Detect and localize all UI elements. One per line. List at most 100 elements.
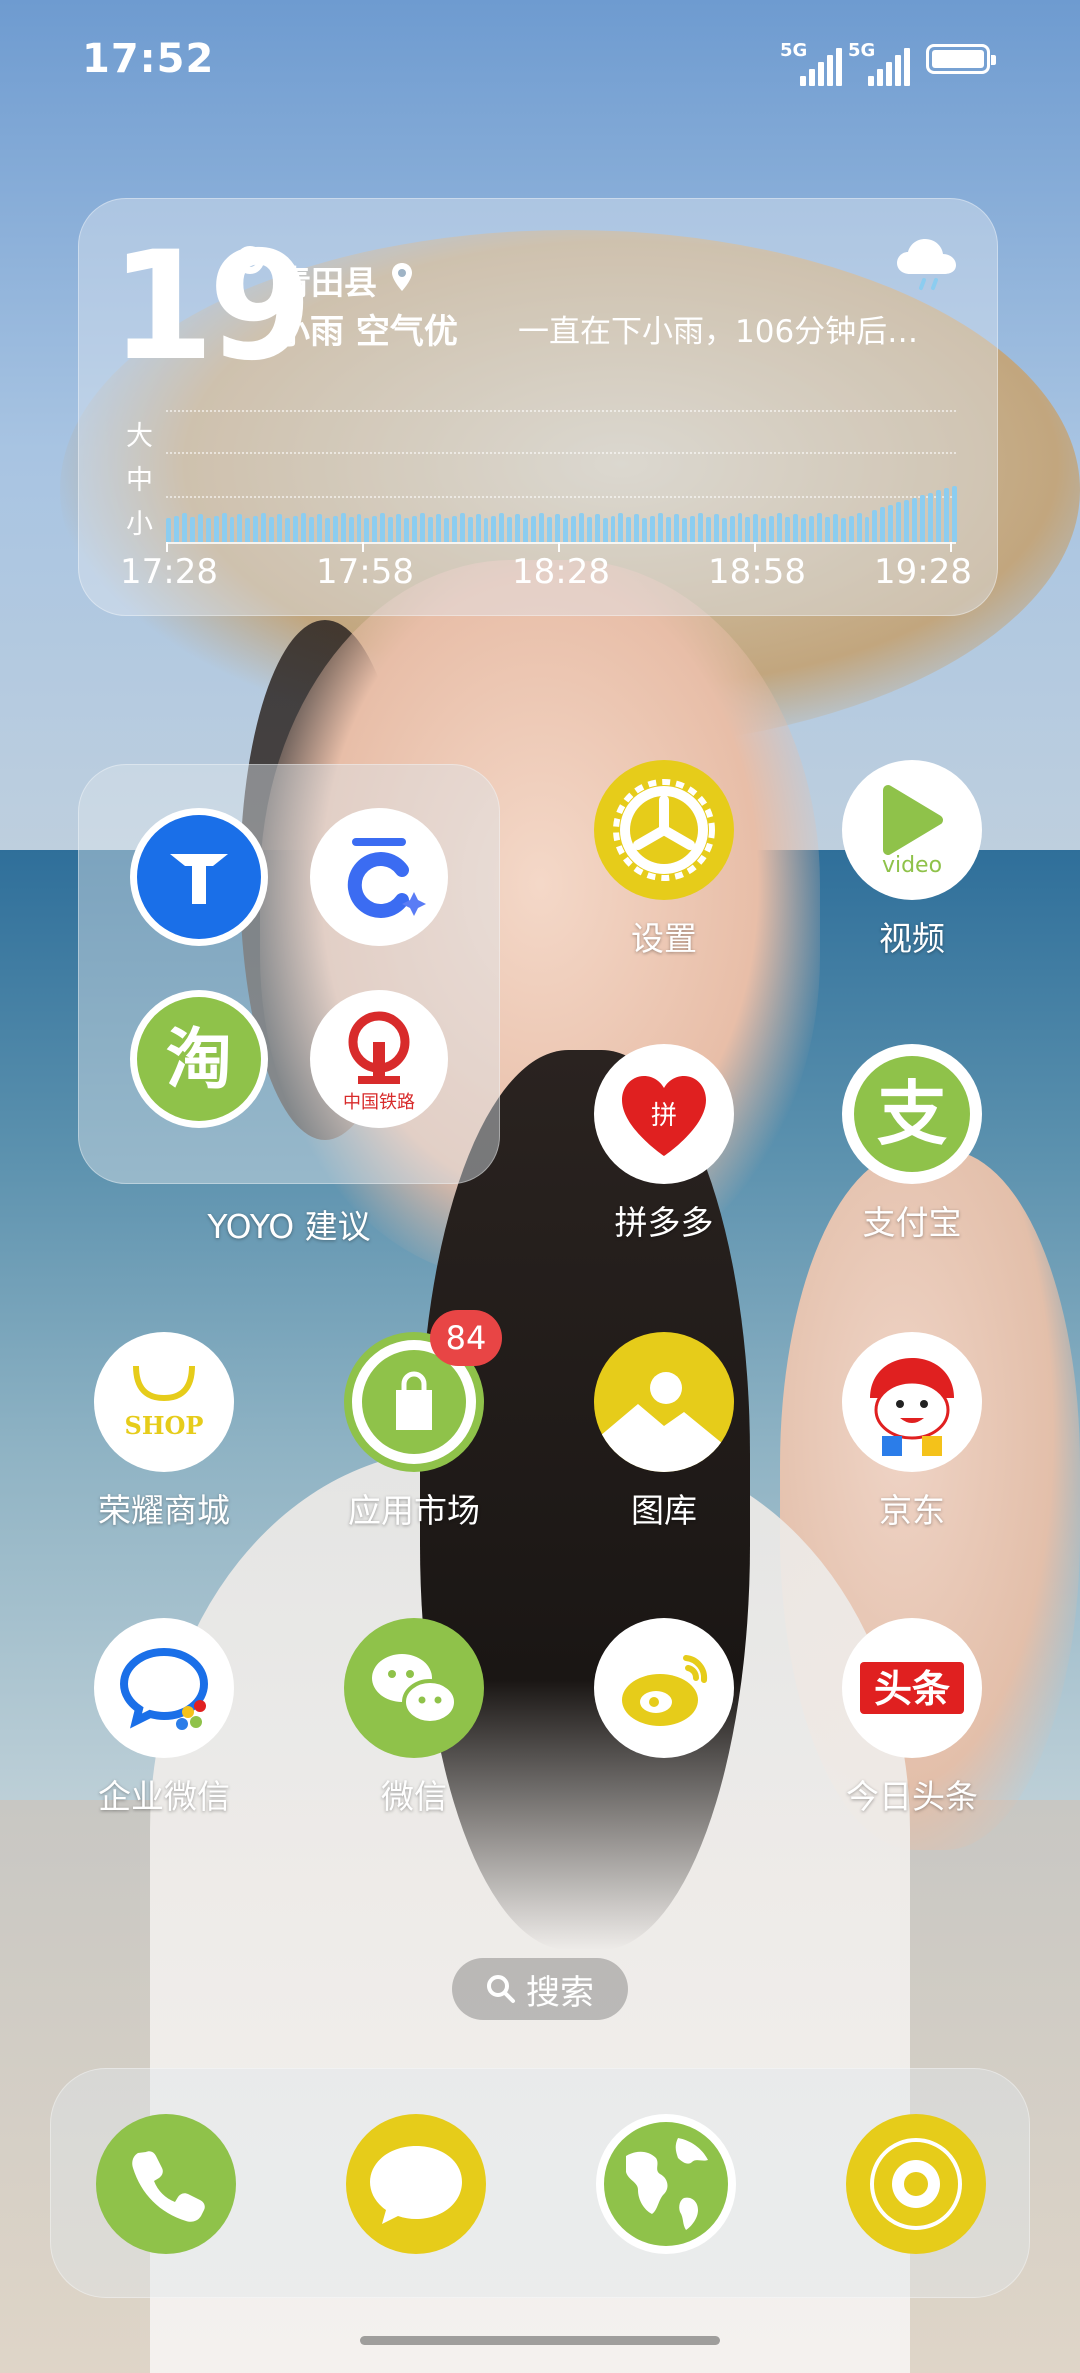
rain-bar	[737, 513, 743, 542]
rain-bar	[777, 513, 783, 542]
app-label: 拼多多	[614, 1203, 714, 1242]
rain-bar	[570, 515, 576, 542]
rain-bar	[943, 488, 949, 542]
rain-bar	[864, 516, 870, 542]
app-label: 京东	[879, 1491, 945, 1530]
rain-bar	[340, 513, 346, 542]
rain-bar	[824, 516, 830, 542]
battery-icon	[926, 44, 996, 74]
toutiao-app[interactable]: 头条 今日头条	[812, 1618, 1012, 1858]
rain-bar	[459, 513, 465, 542]
rain-bar	[888, 504, 894, 542]
rain-bar	[928, 492, 933, 542]
rain-bar	[277, 514, 283, 542]
rain-bar	[412, 515, 417, 542]
app-market-app[interactable]: 应用市场	[314, 1332, 514, 1572]
home-indicator[interactable]	[360, 2336, 720, 2345]
rain-bar	[721, 518, 727, 542]
pinduoduo-heart-icon: 拼	[594, 1044, 734, 1184]
wecom-app[interactable]: 企业微信	[64, 1618, 264, 1858]
pinduoduo-app[interactable]: 拼 拼多多	[564, 1044, 764, 1284]
settings-app[interactable]: 设置	[564, 760, 764, 1000]
globe-icon[interactable]	[596, 2114, 736, 2254]
shop-bag-icon: SHOP	[94, 1332, 234, 1472]
phone-icon[interactable]	[96, 2114, 236, 2254]
rain-bar	[205, 518, 211, 542]
rain-bar	[499, 513, 505, 542]
rain-bar	[245, 518, 251, 542]
video-play-icon: video	[842, 760, 982, 900]
taobao-icon[interactable]: 淘	[130, 990, 268, 1128]
rain-bar	[213, 515, 219, 542]
rain-bar	[356, 514, 362, 542]
folder-label: YOYO 建议	[207, 1207, 371, 1246]
gear-icon	[594, 760, 734, 900]
rain-bar	[308, 516, 314, 542]
rain-bar	[626, 516, 632, 542]
honor-mall-app[interactable]: SHOP 荣耀商城	[64, 1332, 264, 1572]
status-bar: 17:52 5G 5G	[0, 0, 1080, 120]
rain-bar	[380, 513, 386, 542]
rain-bar	[300, 513, 306, 542]
rain-bar	[253, 515, 259, 542]
music-disc-icon[interactable]	[846, 2114, 986, 2254]
rain-intensity-bars	[166, 480, 957, 542]
app-label: 图库	[631, 1491, 697, 1530]
toutiao-icon: 头条	[842, 1618, 982, 1758]
rain-bar	[586, 516, 592, 542]
gaode-maps-icon[interactable]	[130, 808, 268, 946]
weibo-app[interactable]	[564, 1618, 764, 1858]
app-label: 荣耀商城	[98, 1491, 230, 1530]
gallery-app[interactable]: 图库	[564, 1332, 764, 1572]
rain-bar	[610, 515, 616, 542]
svg-text:头条: 头条	[874, 1667, 950, 1711]
time-label: 18:58	[708, 552, 806, 592]
message-bubble-icon[interactable]	[346, 2114, 486, 2254]
search-button[interactable]: 搜索	[452, 1958, 628, 2020]
rain-bar	[269, 516, 275, 542]
rain-bar	[388, 516, 394, 542]
railway-icon[interactable]: 中国铁路	[310, 990, 448, 1128]
weibo-icon	[594, 1618, 734, 1758]
rain-bar	[904, 500, 910, 542]
rain-bar	[173, 515, 179, 542]
intensity-label: 中	[126, 465, 153, 496]
video-app[interactable]: video 视频	[812, 760, 1012, 1000]
rain-forecast: 一直在下小雨，106分钟后…	[518, 314, 919, 350]
rain-bar	[229, 516, 235, 542]
weather-condition: 小雨 空气优	[276, 312, 458, 352]
rain-bar	[848, 515, 854, 542]
jd-app[interactable]: 京东	[812, 1332, 1012, 1572]
rain-bar	[634, 514, 640, 542]
rain-bar	[285, 518, 290, 542]
rain-bar	[594, 514, 600, 542]
rain-bar	[856, 513, 862, 542]
yoyo-suggestion-folder[interactable]	[78, 764, 500, 1184]
rain-bar	[491, 515, 497, 542]
rain-bar	[396, 514, 402, 542]
rain-bar	[681, 518, 687, 542]
rain-bar	[880, 507, 886, 542]
notification-badge: 84	[430, 1310, 502, 1366]
alipay-app[interactable]: 支 支付宝	[812, 1044, 1012, 1284]
svg-text:中国铁路: 中国铁路	[343, 1092, 415, 1113]
rain-bar	[808, 515, 814, 542]
rain-bar	[650, 515, 656, 542]
rain-bar	[793, 514, 798, 542]
app-label: 支付宝	[862, 1203, 962, 1242]
clock: 17:52	[82, 36, 215, 82]
rain-bar	[832, 514, 838, 542]
rain-bar	[443, 518, 449, 542]
wechat-icon	[344, 1618, 484, 1758]
wechat-app[interactable]: 微信	[314, 1618, 514, 1858]
svg-text:拼: 拼	[651, 1101, 677, 1131]
grid-line	[166, 410, 956, 412]
ctrip-c-icon[interactable]	[310, 808, 448, 946]
rain-bar	[674, 514, 679, 542]
rain-bar	[435, 514, 441, 542]
rain-bar	[293, 515, 298, 542]
rain-bar	[181, 513, 187, 542]
rain-bar	[697, 513, 703, 542]
rain-bar	[237, 514, 243, 542]
rain-bar	[761, 518, 767, 542]
